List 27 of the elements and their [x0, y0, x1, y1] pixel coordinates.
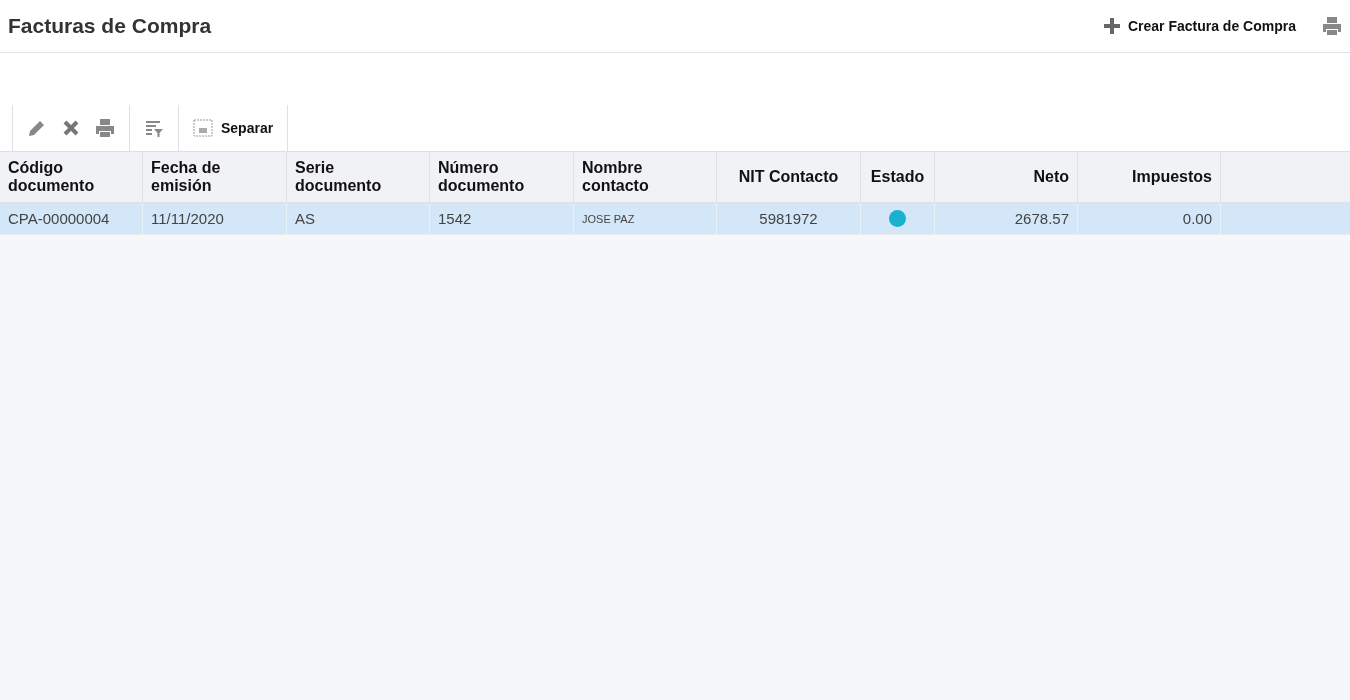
column-header[interactable]: Serie documento [287, 152, 430, 202]
table-cell: CPA-00000004 [8, 210, 110, 227]
column-header[interactable]: Neto [935, 152, 1078, 202]
table-cell: AS [295, 210, 315, 227]
column-header[interactable]: Número documento [430, 152, 574, 202]
column-header[interactable]: Fecha de emisión [143, 152, 287, 202]
expand-grid-icon [193, 119, 213, 137]
column-header[interactable]: Código documento [0, 152, 143, 202]
table-cell: 0.00 [1182, 210, 1212, 227]
table-cell: 1542 [438, 210, 472, 227]
table-cell: 11/11/2020 [151, 210, 224, 227]
delete-icon[interactable] [61, 118, 81, 138]
print-icon[interactable] [1322, 17, 1342, 35]
print-icon[interactable] [95, 118, 115, 138]
column-header[interactable]: Nombre contacto [574, 152, 717, 202]
create-invoice-button[interactable]: Crear Factura de Compra [1103, 18, 1296, 34]
table-cell: 5981972 [759, 210, 818, 227]
table-cell: 2678.57 [1014, 210, 1069, 227]
column-header[interactable]: Impuestos [1078, 152, 1221, 202]
pencil-icon[interactable] [27, 118, 47, 138]
page-title: Facturas de Compra [8, 14, 212, 38]
plus-icon [1103, 18, 1120, 34]
separate-button[interactable]: Separar [193, 119, 274, 137]
column-header[interactable]: Estado [861, 152, 935, 202]
table-cell: JOSE PAZ [582, 212, 635, 225]
filter-list-icon[interactable] [144, 118, 164, 138]
column-header[interactable]: NIT Contacto [717, 152, 861, 202]
